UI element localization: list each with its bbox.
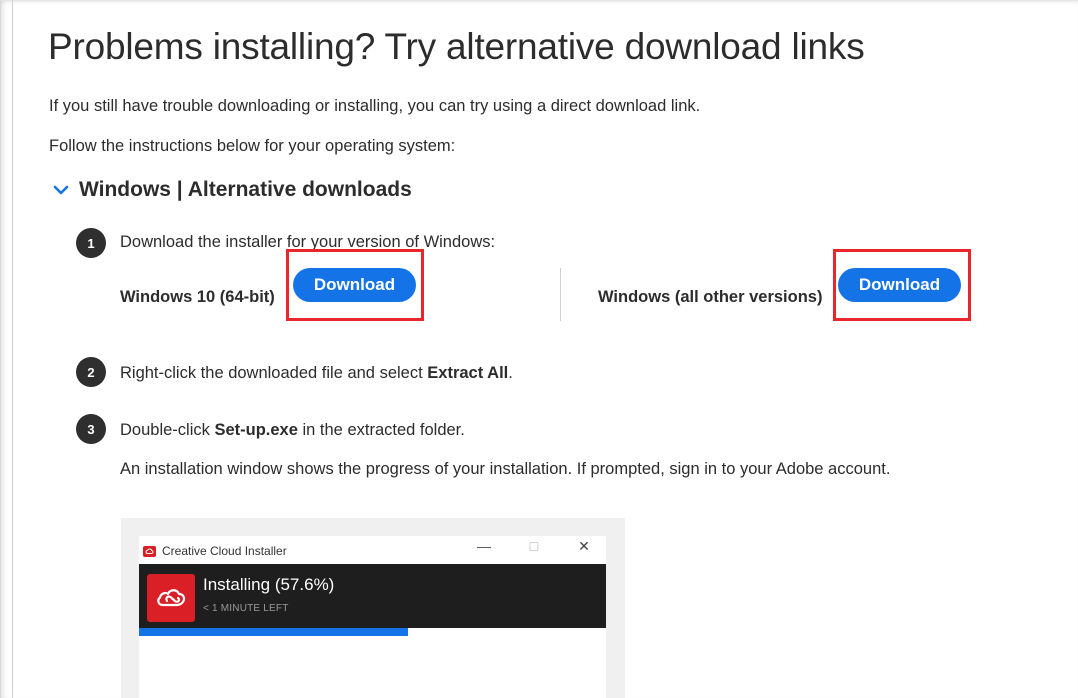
step-number-3: 3 bbox=[76, 414, 106, 444]
installer-progress-fill bbox=[139, 628, 408, 636]
installer-body bbox=[139, 564, 606, 628]
windows-section-toggle[interactable]: Windows | Alternative downloads bbox=[52, 178, 412, 202]
installer-progress-bar bbox=[139, 628, 606, 636]
windows-10-label: Windows 10 (64-bit) bbox=[120, 288, 275, 306]
highlight-box bbox=[286, 249, 424, 321]
step-3-note: An installation window shows the progres… bbox=[120, 460, 891, 478]
instructions-text: Follow the instructions below for your o… bbox=[49, 137, 456, 155]
windows-other-label: Windows (all other versions) bbox=[598, 288, 823, 306]
installer-time-left: < 1 MINUTE LEFT bbox=[203, 603, 289, 614]
intro-text: If you still have trouble downloading or… bbox=[49, 97, 701, 115]
divider bbox=[560, 268, 561, 321]
installer-window-title: Creative Cloud Installer bbox=[162, 544, 287, 558]
installer-status: Installing (57.6%) bbox=[203, 575, 335, 594]
step-2-text: Right-click the downloaded file and sele… bbox=[120, 364, 513, 382]
content-border bbox=[12, 0, 13, 698]
page-title: Problems installing? Try alternative dow… bbox=[48, 26, 865, 67]
creative-cloud-icon bbox=[143, 545, 156, 557]
step-3-text: Double-click Set-up.exe in the extracted… bbox=[120, 421, 465, 439]
highlight-box bbox=[833, 249, 971, 321]
step-number-2: 2 bbox=[76, 357, 106, 387]
chevron-down-icon bbox=[53, 185, 69, 195]
close-icon[interactable]: ✕ bbox=[574, 538, 594, 555]
step-number-1: 1 bbox=[76, 228, 106, 258]
section-title: Windows | Alternative downloads bbox=[79, 178, 412, 201]
minimize-icon[interactable]: — bbox=[474, 538, 494, 554]
maximize-icon[interactable]: ☐ bbox=[524, 540, 544, 554]
creative-cloud-logo-icon bbox=[147, 574, 195, 622]
